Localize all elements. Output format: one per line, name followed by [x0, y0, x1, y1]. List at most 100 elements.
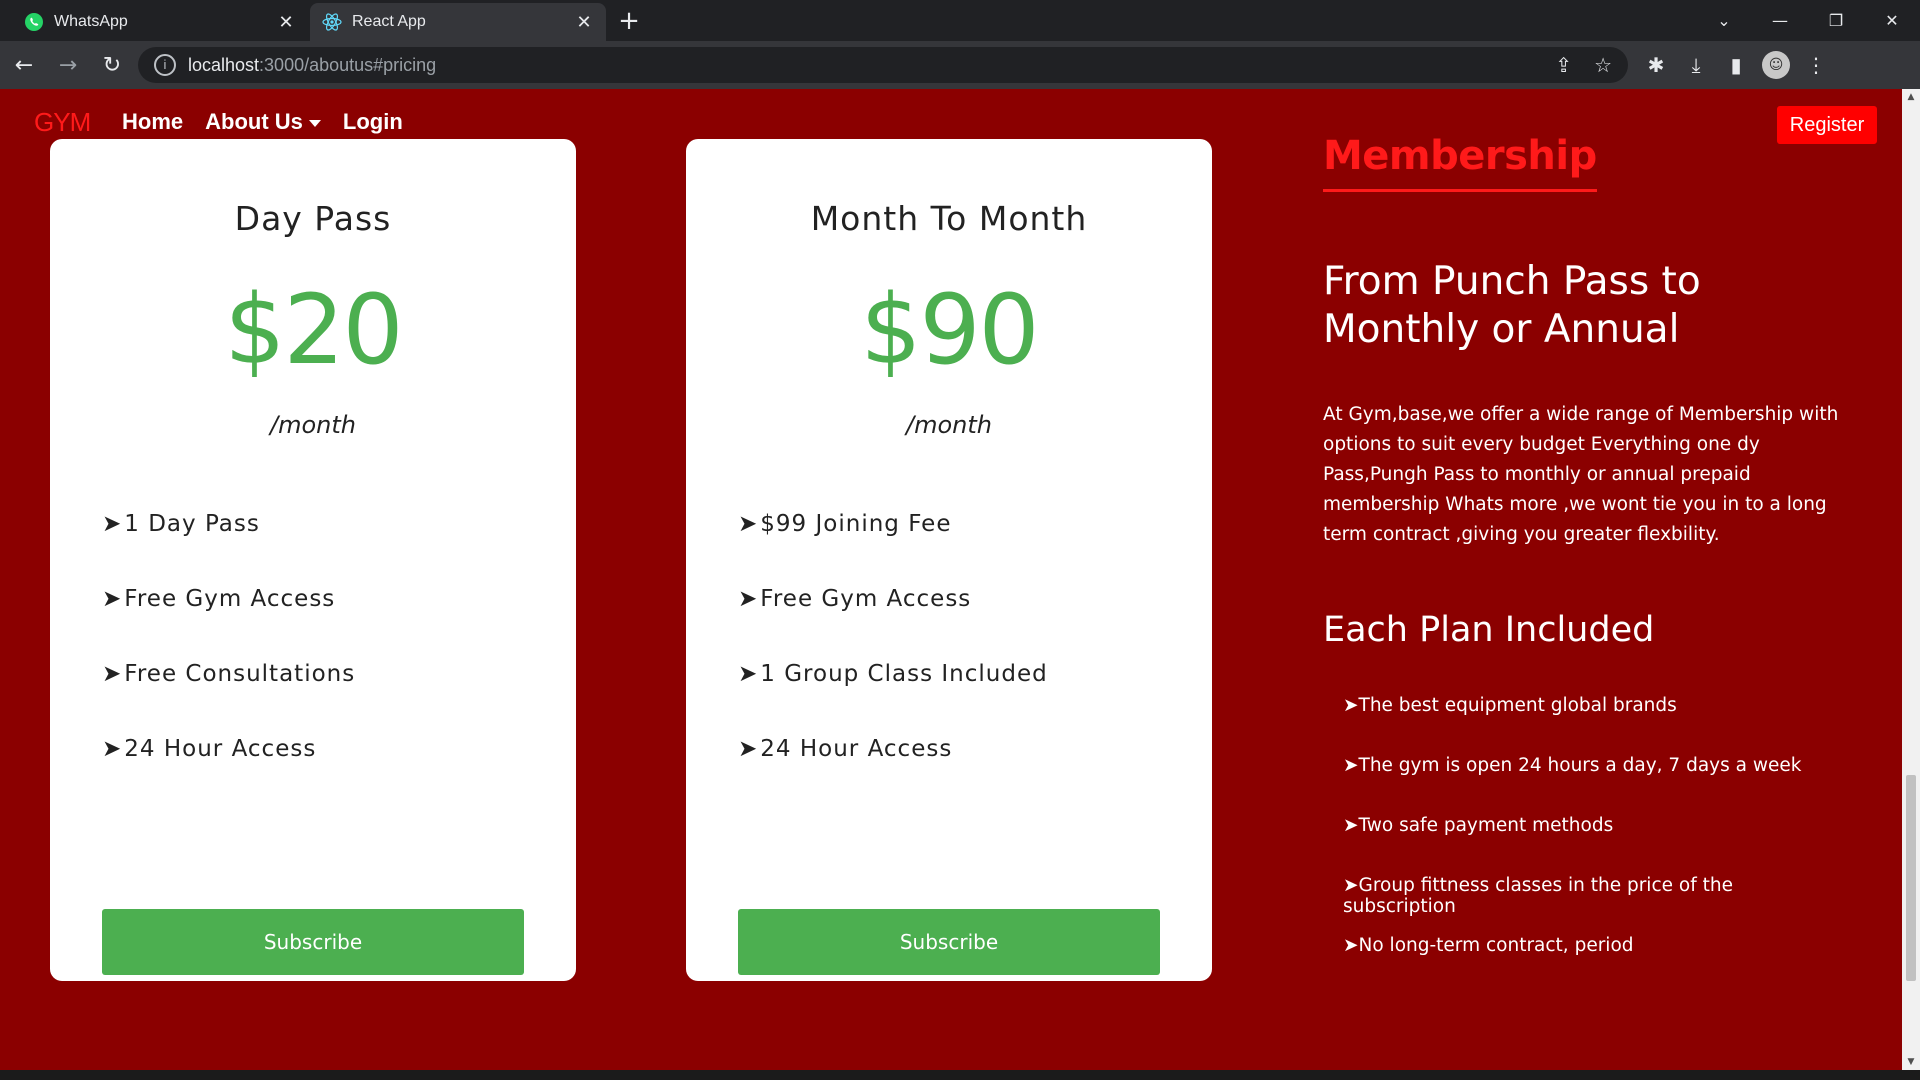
pricing-card-day-pass: Day Pass $20 /month ➤1 Day Pass ➤Free Gy… — [50, 139, 576, 981]
url-host: localhost — [188, 54, 260, 75]
membership-title: Membership — [1323, 133, 1597, 192]
arrow-icon: ➤ — [1343, 815, 1359, 836]
bookmark-star-icon[interactable]: ☆ — [1594, 53, 1612, 78]
list-item: ➤Free Gym Access — [738, 586, 1048, 661]
list-item: ➤Free Consultations — [102, 661, 355, 736]
list-item: ➤No long-term contract, period — [1343, 935, 1843, 995]
feature-text: 24 Hour Access — [760, 736, 953, 762]
feature-text: $99 Joining Fee — [760, 511, 952, 537]
back-icon[interactable]: ← — [4, 45, 44, 85]
plan-name: Month To Month — [810, 199, 1088, 238]
nav-login[interactable]: Login — [343, 109, 403, 135]
subscribe-button[interactable]: Subscribe — [738, 909, 1160, 975]
included-list: ➤The best equipment global brands ➤The g… — [1343, 695, 1843, 995]
close-tab-icon[interactable]: ✕ — [574, 12, 594, 32]
arrow-icon: ➤ — [102, 661, 123, 687]
feature-text: Free Gym Access — [760, 586, 972, 612]
restore-icon[interactable]: ❐ — [1808, 0, 1864, 41]
included-text: The gym is open 24 hours a day, 7 days a… — [1358, 755, 1802, 776]
profile-avatar-icon[interactable]: ☺ — [1762, 51, 1790, 79]
list-item: ➤The gym is open 24 hours a day, 7 days … — [1343, 755, 1843, 815]
feature-text: 1 Group Class Included — [760, 661, 1048, 687]
extensions-icon[interactable]: ✱ — [1638, 47, 1674, 83]
list-item: ➤$99 Joining Fee — [738, 511, 1048, 586]
share-icon[interactable]: ⇪ — [1555, 53, 1572, 78]
included-text: The best equipment global brands — [1358, 695, 1677, 716]
plan-price: $90 — [860, 274, 1039, 386]
plan-included-heading: Each Plan Included — [1323, 610, 1655, 650]
tab-whatsapp[interactable]: WhatsApp ✕ — [12, 3, 308, 41]
feature-text: Free Gym Access — [124, 586, 336, 612]
arrow-icon: ➤ — [102, 736, 123, 762]
side-panel-icon[interactable]: ▮ — [1718, 47, 1754, 83]
taskbar-edge — [0, 1070, 1920, 1080]
new-tab-icon[interactable]: + — [612, 3, 646, 41]
list-item: ➤1 Day Pass — [102, 511, 355, 586]
list-item: ➤Free Gym Access — [102, 586, 355, 661]
arrow-icon: ➤ — [102, 586, 123, 612]
feature-text: Free Consultations — [124, 661, 356, 687]
subscribe-button[interactable]: Subscribe — [102, 909, 524, 975]
scroll-up-icon[interactable]: ▲ — [1902, 89, 1920, 105]
list-item: ➤The best equipment global brands — [1343, 695, 1843, 755]
forward-icon[interactable]: → — [48, 45, 88, 85]
nav-about-us[interactable]: About Us — [205, 109, 321, 135]
plan-features: ➤1 Day Pass ➤Free Gym Access ➤Free Consu… — [102, 511, 355, 811]
site-info-icon[interactable]: i — [154, 54, 176, 76]
nav-about-us-label: About Us — [205, 109, 303, 134]
tab-react-app[interactable]: React App ✕ — [310, 3, 606, 41]
list-item: ➤Group fittness classes in the price of … — [1343, 875, 1843, 935]
included-text: No long-term contract, period — [1358, 935, 1634, 956]
arrow-icon: ➤ — [738, 511, 759, 537]
window-controls: ⌄ — ❐ ✕ — [1696, 0, 1920, 41]
plan-features: ➤$99 Joining Fee ➤Free Gym Access ➤1 Gro… — [738, 511, 1048, 811]
included-text: Two safe payment methods — [1358, 815, 1614, 836]
pricing-card-month-to-month: Month To Month $90 /month ➤$99 Joining F… — [686, 139, 1212, 981]
menu-icon[interactable]: ⋮ — [1798, 47, 1834, 83]
arrow-icon: ➤ — [1343, 935, 1359, 956]
page-viewport: GYM Home About Us Login Register Day Pas… — [0, 89, 1902, 1070]
main-nav: Home About Us Login — [122, 109, 403, 135]
scrollbar-thumb[interactable] — [1906, 775, 1916, 981]
arrow-icon: ➤ — [738, 661, 759, 687]
browser-toolbar: ← → ↻ i localhost:3000/aboutus#pricing ⇪… — [0, 41, 1920, 89]
page-scrollbar[interactable]: ▲ ▼ — [1902, 89, 1920, 1070]
list-item: ➤1 Group Class Included — [738, 661, 1048, 736]
membership-info: Membership From Punch Pass to Monthly or… — [1323, 133, 1843, 995]
arrow-icon: ➤ — [1343, 755, 1359, 776]
feature-text: 1 Day Pass — [124, 511, 260, 537]
included-text: Group fittness classes in the price of t… — [1343, 875, 1733, 917]
url-path: :3000/aboutus#pricing — [259, 54, 437, 75]
address-bar[interactable]: i localhost:3000/aboutus#pricing ⇪ ☆ — [138, 47, 1628, 83]
arrow-icon: ➤ — [102, 511, 123, 537]
nav-home[interactable]: Home — [122, 109, 183, 135]
chevron-down-icon — [308, 119, 321, 127]
reload-icon[interactable]: ↻ — [92, 45, 132, 85]
plan-period: /month — [270, 411, 356, 439]
scroll-down-icon[interactable]: ▼ — [1902, 1054, 1920, 1070]
minimize-icon[interactable]: — — [1752, 0, 1808, 41]
whatsapp-icon — [25, 13, 43, 31]
plan-period: /month — [906, 411, 992, 439]
close-tab-icon[interactable]: ✕ — [276, 12, 296, 32]
arrow-icon: ➤ — [738, 736, 759, 762]
download-icon[interactable]: ⤓ — [1678, 47, 1714, 83]
list-item: ➤Two safe payment methods — [1343, 815, 1843, 875]
tab-title: WhatsApp — [54, 13, 128, 30]
feature-text: 24 Hour Access — [124, 736, 317, 762]
react-icon — [322, 13, 342, 31]
browser-tab-bar: WhatsApp ✕ React App ✕ + ⌄ — ❐ ✕ — [0, 0, 1920, 41]
membership-headline: From Punch Pass to Monthly or Annual — [1323, 259, 1701, 352]
arrow-icon: ➤ — [1343, 875, 1359, 896]
arrow-icon: ➤ — [738, 586, 759, 612]
membership-description: At Gym,base,we offer a wide range of Mem… — [1323, 404, 1839, 545]
brand-logo[interactable]: GYM — [34, 107, 91, 138]
tab-title: React App — [352, 13, 426, 30]
list-item: ➤24 Hour Access — [102, 736, 355, 811]
arrow-icon: ➤ — [1343, 695, 1359, 716]
list-item: ➤24 Hour Access — [738, 736, 1048, 811]
plan-price: $20 — [224, 274, 403, 386]
plan-name: Day Pass — [234, 199, 392, 238]
close-window-icon[interactable]: ✕ — [1864, 0, 1920, 41]
tab-search-icon[interactable]: ⌄ — [1696, 0, 1752, 41]
